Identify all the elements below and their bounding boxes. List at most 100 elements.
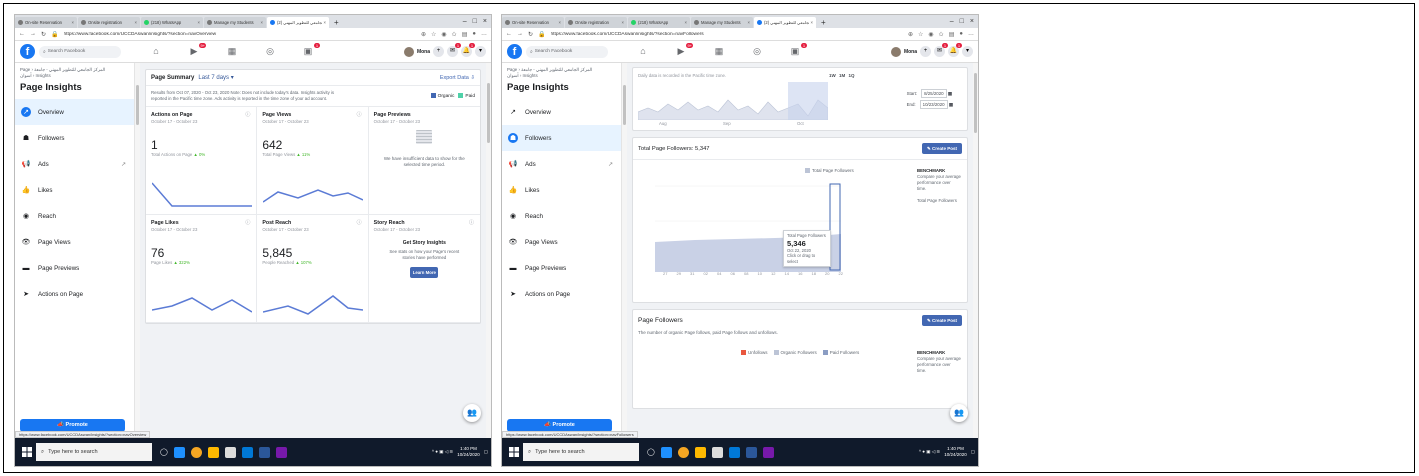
maximize-icon[interactable]: □ (960, 15, 964, 28)
selected-range[interactable] (788, 82, 828, 120)
benchmark-item[interactable]: Total Page Followers (917, 198, 957, 203)
new-tab-button[interactable]: + (330, 17, 343, 28)
browser-tab[interactable]: Manage my Students × (691, 17, 753, 28)
sidebar-item-overview[interactable]: ↗ Overview (15, 99, 134, 125)
card-page-views[interactable]: Page Views October 17 - October 23 ⓘ 642… (257, 107, 369, 215)
collections-icon[interactable]: ▤ (462, 31, 468, 38)
card-actions-on-page[interactable]: Actions on Page October 17 - October 23 … (146, 107, 258, 215)
back-icon[interactable]: ← (19, 31, 25, 37)
extension-icon[interactable]: ◉ (441, 31, 446, 38)
favorites-icon[interactable]: ✩ (939, 31, 944, 38)
card-page-likes[interactable]: Page Likes October 17 - October 23 ⓘ 76 … (146, 215, 258, 323)
close-icon[interactable]: × (748, 20, 750, 25)
taskbar-search[interactable]: ⌕ Type here to search (36, 443, 152, 461)
search-input[interactable]: ⌕ Search Facebook (39, 45, 121, 58)
sidebar-item-likes[interactable]: 👍 Likes (15, 177, 134, 203)
home-icon[interactable]: ⌂ (149, 46, 163, 57)
browser-tab[interactable]: Onsite registration × (78, 17, 140, 28)
create-icon[interactable]: + (433, 46, 444, 57)
create-icon[interactable]: + (920, 46, 931, 57)
profile-icon[interactable]: ● (472, 31, 476, 38)
browser-tab[interactable]: On-site Reservation × (15, 17, 77, 28)
search-input[interactable]: ⌕ Search Facebook (526, 45, 608, 58)
browser-tab[interactable]: On-site Reservation × (502, 17, 564, 28)
notifications-icon[interactable]: 🔔 1 (948, 43, 962, 57)
browser-tab[interactable]: (218) WhatsApp × (628, 17, 690, 28)
more-icon[interactable]: … (481, 31, 487, 38)
avatar[interactable] (890, 46, 901, 57)
taskbar-search[interactable]: ⌕ Type here to search (523, 443, 639, 461)
account-menu-icon[interactable]: ▾ (962, 46, 973, 57)
minimize-icon[interactable]: – (463, 15, 467, 28)
minimize-icon[interactable]: – (950, 15, 954, 28)
watch-icon[interactable]: ▶ 9+ (187, 43, 206, 57)
close-icon[interactable]: × (198, 20, 200, 25)
info-icon[interactable]: ⓘ (245, 111, 250, 118)
store-icon[interactable] (224, 446, 236, 458)
url-input[interactable]: https://www.facebook.com/UCCDAswan/insig… (551, 32, 903, 37)
marketplace-icon[interactable]: ▦ (225, 46, 239, 57)
word-icon[interactable] (745, 446, 757, 458)
close-icon[interactable]: × (559, 20, 561, 25)
sidebar-item-page-previews[interactable]: ▬ Page Previews (15, 255, 134, 281)
marketplace-icon[interactable]: ▦ (712, 46, 726, 57)
gaming-icon[interactable]: ▣ 1 (788, 43, 807, 57)
star-icon[interactable]: ☆ (918, 31, 923, 38)
avatar[interactable] (403, 46, 414, 57)
browser-tab[interactable]: Manage my Students × (204, 17, 266, 28)
card-page-previews[interactable]: Page Previews October 17 - October 23 We… (368, 107, 480, 215)
browser-tab[interactable]: (218) WhatsApp × (141, 17, 203, 28)
sidebar-item-ads[interactable]: 📢 Ads ↗ (502, 151, 621, 177)
watch-icon[interactable]: ▶ 9+ (674, 43, 693, 57)
close-icon[interactable]: × (622, 20, 624, 25)
task-view-icon[interactable]: ◯ (647, 448, 655, 456)
sidebar-item-page-views[interactable]: 👁 Page Views (502, 229, 621, 255)
user-name[interactable]: Mona (417, 49, 430, 55)
info-icon[interactable]: ⓘ (469, 219, 474, 226)
end-date-input[interactable]: 10/23/2020 (919, 100, 948, 109)
tray-icons[interactable]: ^ ● ▣ ◁ ≋ (919, 449, 940, 455)
main-scrollbar[interactable] (973, 63, 978, 438)
favorites-icon[interactable]: ✩ (452, 31, 457, 38)
refresh-icon[interactable]: ↻ (528, 31, 533, 38)
store-icon[interactable] (711, 446, 723, 458)
chrome-icon[interactable] (190, 446, 202, 458)
overview-area-chart[interactable] (638, 82, 828, 120)
close-icon[interactable]: × (135, 20, 137, 25)
calendar-icon[interactable]: ▦ (948, 91, 952, 96)
close-icon[interactable]: × (72, 20, 74, 25)
chat-icon[interactable]: 👥 (463, 404, 481, 422)
account-menu-icon[interactable]: ▾ (475, 46, 486, 57)
app-icon[interactable] (728, 446, 740, 458)
sidebar-item-reach[interactable]: ◉ Reach (502, 203, 621, 229)
scrollbar-thumb[interactable] (487, 83, 490, 143)
chart-legend[interactable]: Total Page Followers (805, 168, 854, 174)
refresh-icon[interactable]: ↻ (41, 31, 46, 38)
facebook-logo-icon[interactable]: f (507, 44, 522, 59)
file-explorer-icon[interactable] (694, 446, 706, 458)
scrollbar-thumb[interactable] (974, 73, 977, 133)
sidebar-item-overview[interactable]: ↗ Overview (502, 99, 621, 125)
scrollbar-thumb[interactable] (136, 85, 139, 125)
profile-icon[interactable]: ● (959, 31, 963, 38)
create-post-button[interactable]: ✎ Create Post (922, 143, 962, 154)
main-scrollbar[interactable] (486, 63, 491, 438)
back-icon[interactable]: ← (506, 31, 512, 37)
sidebar-item-ads[interactable]: 📢 Ads ↗ (15, 151, 134, 177)
breadcrumb[interactable]: Page › المركز الجامعي للتطوير المهني - ج… (20, 67, 115, 79)
messenger-icon[interactable]: ✉ 1 (447, 43, 461, 57)
chrome-icon[interactable] (677, 446, 689, 458)
windows-start-icon[interactable] (509, 447, 519, 457)
star-icon[interactable]: ☆ (431, 31, 436, 38)
sidebar-item-page-previews[interactable]: ▬ Page Previews (502, 255, 621, 281)
info-icon[interactable]: ⓘ (245, 219, 250, 226)
clock[interactable]: 1:40 PM 10/24/2020 (457, 446, 480, 458)
browser-tab[interactable]: Onsite registration × (565, 17, 627, 28)
clock[interactable]: 1:40 PM 10/24/2020 (944, 446, 967, 458)
close-icon[interactable]: × (811, 20, 813, 25)
user-name[interactable]: Mona (904, 49, 917, 55)
scrollbar-thumb[interactable] (623, 85, 626, 125)
sidebar-item-page-views[interactable]: 👁 Page Views (15, 229, 134, 255)
export-data-button[interactable]: Export Data ⇩ (440, 75, 475, 81)
more-icon[interactable]: … (968, 31, 974, 38)
